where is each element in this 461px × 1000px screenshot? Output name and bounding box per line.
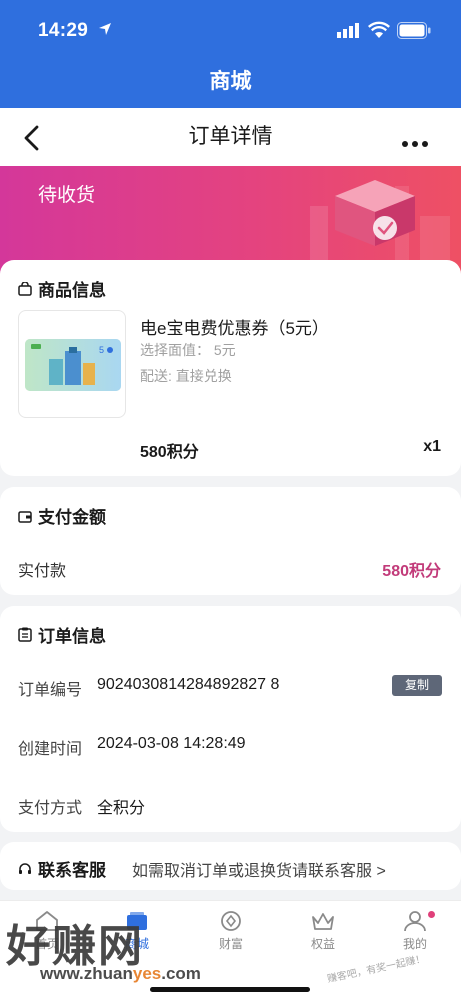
product-face-value: 选择面值： 5元	[140, 342, 236, 358]
order-section-title: 订单信息	[18, 622, 106, 647]
product-info-card: 商品信息 5 电e宝电费优惠券（5元） 选择面值： 5元 配送: 直接兑换 58…	[0, 260, 461, 476]
payment-method-label: 支付方式	[18, 800, 83, 817]
status-time: 14:29	[38, 20, 89, 41]
tab-rights[interactable]: 权益	[288, 909, 358, 952]
order-number-value: 9024030814284892827 8	[97, 676, 280, 693]
payment-card: 支付金额 实付款 580积分	[0, 487, 461, 595]
status-bar: 14:29	[0, 0, 461, 62]
product-price: 580积分	[140, 444, 199, 461]
page-title: 订单详情	[188, 125, 273, 148]
product-name: 电e宝电费优惠券（5元）	[140, 319, 329, 338]
payment-section-title: 支付金额	[18, 503, 106, 528]
payment-method-value: 全积分	[97, 800, 146, 817]
more-options-icon[interactable]	[402, 134, 432, 152]
bag-icon	[18, 281, 32, 296]
order-status-text: 待收货	[38, 185, 96, 206]
notification-dot	[428, 911, 435, 918]
crown-icon	[312, 913, 334, 930]
profile-icon	[404, 911, 426, 932]
app-title: 商城	[0, 62, 461, 108]
wealth-icon	[221, 911, 241, 931]
location-arrow-icon	[99, 23, 111, 35]
wifi-icon	[368, 21, 390, 38]
customer-service-title: 联系客服	[18, 856, 106, 881]
tab-wealth[interactable]: 财富	[196, 909, 266, 952]
site-watermark-url: www.zhuanyes.com	[40, 964, 201, 983]
tab-profile[interactable]: 我的	[380, 909, 450, 952]
order-number-label: 订单编号	[18, 682, 83, 699]
home-indicator	[150, 987, 310, 992]
nav-bar: 订单详情	[0, 108, 461, 166]
cellular-signal-icon	[337, 23, 359, 38]
created-time-label: 创建时间	[18, 741, 83, 758]
svg-text:5: 5	[99, 345, 104, 355]
clipboard-icon	[18, 627, 32, 642]
voucher-image-icon: 5	[25, 339, 121, 391]
customer-service-hint[interactable]: 如需取消订单或退换货请联系客服 >	[132, 857, 386, 881]
product-section-title: 商品信息	[18, 276, 106, 301]
order-info-card: 订单信息 订单编号 9024030814284892827 8 复制 创建时间 …	[0, 606, 461, 832]
product-thumbnail[interactable]: 5	[18, 310, 126, 418]
copy-button[interactable]: 复制	[392, 675, 442, 696]
wallet-icon	[18, 509, 32, 523]
created-time-value: 2024-03-08 14:28:49	[97, 735, 246, 752]
customer-service-row[interactable]: 联系客服 如需取消订单或退换货请联系客服 >	[0, 842, 461, 890]
product-shipping: 配送: 直接兑换	[140, 368, 232, 384]
payment-value: 580积分	[382, 563, 441, 580]
battery-icon	[397, 22, 431, 39]
payment-label: 实付款	[18, 563, 67, 580]
product-quantity: x1	[423, 438, 441, 455]
headset-icon	[18, 862, 32, 876]
